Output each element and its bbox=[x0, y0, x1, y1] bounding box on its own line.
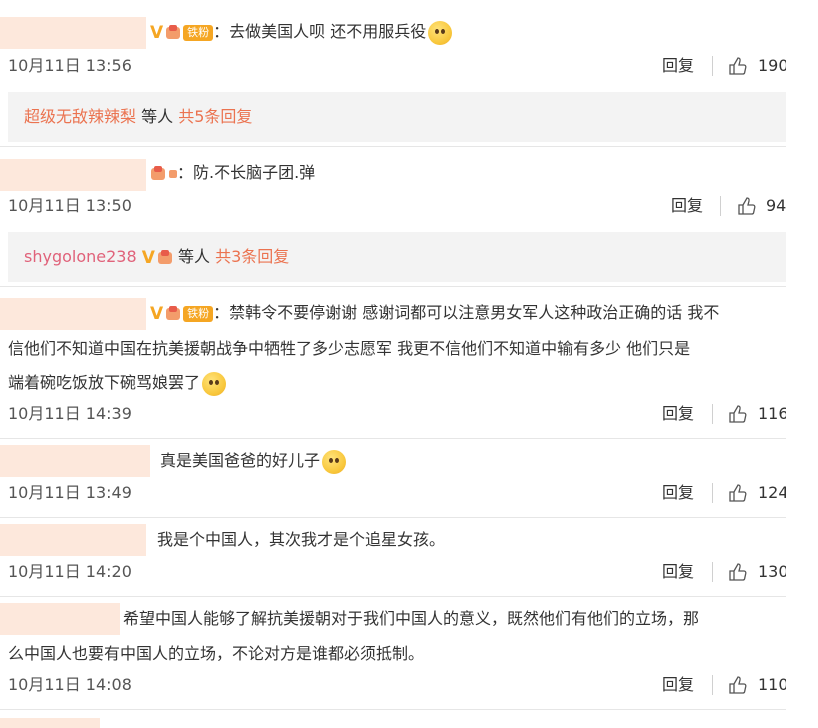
reply-count-link[interactable]: 共5条回复 bbox=[178, 107, 252, 126]
shocked-emoji-icon bbox=[202, 371, 227, 396]
like-count: 110 bbox=[758, 675, 789, 694]
blush-emoji-icon bbox=[322, 449, 347, 474]
level-badge-icon bbox=[169, 169, 177, 178]
badge-group bbox=[150, 165, 177, 182]
thumbs-up-icon[interactable] bbox=[728, 56, 748, 76]
reply-button[interactable]: 回复 bbox=[662, 673, 694, 697]
comment-line: V 铁粉 ：去做美国人呗 还不用服兵役 bbox=[150, 14, 453, 51]
divider bbox=[0, 286, 786, 287]
comment-time: 10月11日 13:50 bbox=[8, 196, 132, 215]
comment-time: 10月11日 14:08 bbox=[8, 675, 132, 694]
badge-group: V bbox=[142, 233, 173, 283]
fan-tag-badge: 铁粉 bbox=[183, 305, 214, 322]
comment-line: 端着碗吃饭放下碗骂娘罢了 bbox=[8, 365, 227, 401]
reply-user-link[interactable]: shygolone238 bbox=[24, 247, 137, 266]
reply-button[interactable]: 回复 bbox=[662, 560, 694, 584]
reply-button[interactable]: 回复 bbox=[662, 54, 694, 78]
divider bbox=[0, 596, 786, 597]
reply-suffix: 等人 bbox=[172, 247, 216, 266]
username-redacted[interactable] bbox=[0, 298, 146, 330]
separator bbox=[712, 483, 713, 503]
comment-time: 10月11日 14:39 bbox=[8, 404, 132, 423]
comment-line: ：防.不长脑子团.弹 bbox=[150, 155, 315, 191]
comment-time: 10月11日 13:49 bbox=[8, 483, 132, 502]
divider bbox=[0, 517, 786, 518]
badge-group: V 铁粉 bbox=[150, 296, 214, 332]
username-redacted[interactable] bbox=[0, 603, 120, 635]
reply-count-link[interactable]: 共3条回复 bbox=[215, 247, 289, 266]
comment-time: 10月11日 13:56 bbox=[8, 56, 132, 75]
page-right-gutter bbox=[786, 0, 818, 728]
comment-line: 真是美国爸爸的好儿子 bbox=[160, 443, 347, 479]
separator bbox=[712, 675, 713, 695]
thumbs-up-icon[interactable] bbox=[737, 196, 757, 216]
thumbs-up-icon[interactable] bbox=[728, 562, 748, 582]
comment-text-line-2: 信他们不知道中国在抗美援朝战争中牺牲了多少志愿军 我更不信他们不知道中输有多少 … bbox=[8, 339, 691, 358]
comment-time: 10月11日 14:20 bbox=[8, 562, 132, 581]
like-count: 116 bbox=[758, 404, 789, 423]
reply-button[interactable]: 回复 bbox=[662, 481, 694, 505]
like-count: 124 bbox=[758, 483, 789, 502]
comment-text: ：去做美国人呗 还不用服兵役 bbox=[213, 22, 427, 41]
reply-summary[interactable]: 超级无敌辣辣梨 等人 共5条回复 bbox=[8, 92, 786, 142]
verified-icon: V bbox=[150, 22, 164, 43]
comment-text-line-2: 么中国人也要有中国人的立场，不论对方是谁都必须抵制。 bbox=[8, 644, 425, 663]
username-redacted[interactable] bbox=[0, 718, 100, 728]
comment-text: 希望中国人能够了解抗美援朝对于我们中国人的意义，既然他们有他们的立场，那 bbox=[123, 609, 700, 628]
fan-tag-badge: 铁粉 bbox=[183, 24, 214, 41]
comment-text: ：防.不长脑子团.弹 bbox=[177, 163, 316, 182]
badge-group: V 铁粉 bbox=[150, 15, 214, 51]
separator bbox=[712, 56, 713, 76]
username-redacted[interactable] bbox=[0, 17, 146, 49]
verified-icon: V bbox=[141, 247, 155, 268]
thumbs-up-icon[interactable] bbox=[728, 675, 748, 695]
comment-text: 真是美国爸爸的好儿子 bbox=[160, 451, 321, 470]
username-redacted[interactable] bbox=[0, 524, 146, 556]
like-count: 94 bbox=[766, 196, 787, 215]
divider bbox=[0, 709, 786, 710]
separator bbox=[712, 404, 713, 424]
comment-text: 我是个中国人，其次我才是个追星女孩。 bbox=[157, 530, 446, 549]
reply-suffix: 等人 bbox=[136, 107, 179, 126]
comment-line: V 铁粉 ：禁韩令不要停谢谢 感谢词都可以注意男女军人这种政治正确的话 我不 bbox=[150, 295, 719, 332]
verified-icon: V bbox=[150, 303, 164, 324]
comment-text: ：禁韩令不要停谢谢 感谢词都可以注意男女军人这种政治正确的话 我不 bbox=[213, 303, 720, 322]
crown-badge-icon bbox=[165, 305, 181, 322]
thumbs-up-icon[interactable] bbox=[728, 483, 748, 503]
reply-button[interactable]: 回复 bbox=[662, 402, 694, 426]
comment-list: V 铁粉 ：去做美国人呗 还不用服兵役 10月11日 13:56 回复 190 … bbox=[0, 0, 818, 728]
username-redacted[interactable] bbox=[0, 159, 146, 191]
reply-summary[interactable]: shygolone238 V 等人 共3条回复 bbox=[8, 232, 786, 282]
separator bbox=[720, 196, 721, 216]
reply-user-link[interactable]: 超级无敌辣辣梨 bbox=[24, 107, 136, 126]
crown-badge-icon bbox=[157, 249, 173, 266]
smile-emoji-icon bbox=[428, 20, 453, 45]
comment-line: 我是个中国人，其次我才是个追星女孩。 bbox=[157, 522, 445, 558]
divider bbox=[0, 146, 786, 147]
separator bbox=[712, 562, 713, 582]
username-redacted[interactable] bbox=[0, 445, 150, 477]
crown-badge-icon bbox=[150, 165, 166, 182]
like-count: 130 bbox=[758, 562, 789, 581]
reply-button[interactable]: 回复 bbox=[671, 194, 703, 218]
crown-badge-icon bbox=[165, 24, 181, 41]
comment-line: 希望中国人能够了解抗美援朝对于我们中国人的意义，既然他们有他们的立场，那 bbox=[123, 601, 699, 637]
thumbs-up-icon[interactable] bbox=[728, 404, 748, 424]
comment-text-line-3: 端着碗吃饭放下碗骂娘罢了 bbox=[8, 373, 201, 392]
divider bbox=[0, 438, 786, 439]
like-count: 190 bbox=[758, 56, 789, 75]
